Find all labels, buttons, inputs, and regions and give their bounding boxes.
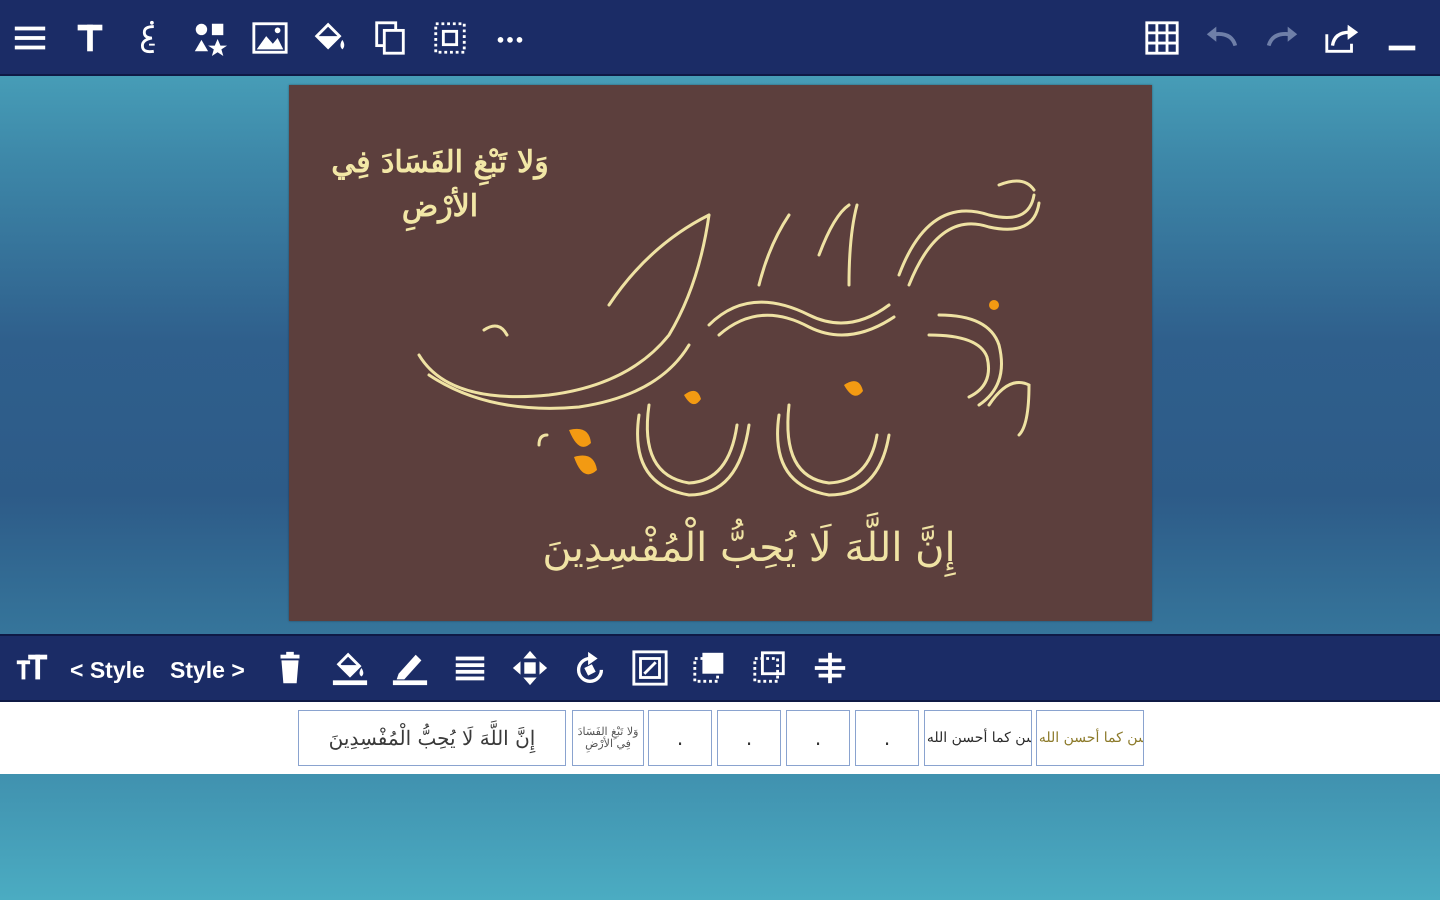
top-toolbar bbox=[0, 0, 1440, 76]
copy-icon[interactable] bbox=[366, 14, 414, 62]
send-backward-icon[interactable] bbox=[746, 644, 794, 692]
layer-thumb-label: . bbox=[883, 726, 891, 750]
edit-toolbar: < Style Style > bbox=[0, 634, 1440, 702]
layer-thumb-label: . bbox=[676, 726, 684, 750]
layer-thumb-label: . bbox=[745, 726, 753, 750]
layer-thumb-label: . bbox=[814, 726, 822, 750]
style-prev-button[interactable]: < Style bbox=[70, 654, 145, 686]
verse-top-text[interactable]: وَلا تَبْغِ الفَسَادَ فِي الأرْضِ bbox=[325, 141, 555, 229]
layer-thumb-empty[interactable]: . bbox=[648, 710, 712, 766]
layer-thumb-empty[interactable]: . bbox=[717, 710, 781, 766]
shapes-icon[interactable] bbox=[186, 14, 234, 62]
layer-thumb-main-calligraphy-gold[interactable]: وأحسن كما أحسن الله إليك bbox=[1036, 710, 1144, 766]
layer-strip: إِنَّ اللَّهَ لَا يُحِبُّ الْمُفْسِدِينَ… bbox=[0, 702, 1440, 774]
image-icon[interactable] bbox=[246, 14, 294, 62]
font-size-icon[interactable] bbox=[8, 644, 56, 692]
stroke-color-icon[interactable] bbox=[386, 644, 434, 692]
text-icon[interactable] bbox=[66, 14, 114, 62]
trash-icon[interactable] bbox=[266, 644, 314, 692]
layer-thumb-label: وأحسن كما أحسن الله إليك bbox=[925, 730, 1031, 746]
share-icon[interactable] bbox=[1318, 14, 1366, 62]
grid-icon[interactable] bbox=[1138, 14, 1186, 62]
layer-thumb-empty[interactable]: . bbox=[786, 710, 850, 766]
more-icon[interactable] bbox=[486, 14, 534, 62]
fill-bucket-icon[interactable] bbox=[306, 14, 354, 62]
layer-thumb-bottom-verse[interactable]: إِنَّ اللَّهَ لَا يُحِبُّ الْمُفْسِدِينَ bbox=[298, 710, 566, 766]
style-next-button[interactable]: Style > bbox=[170, 654, 245, 686]
undo-icon[interactable] bbox=[1198, 14, 1246, 62]
layer-thumb-label: وَلا تَبْغِ الفَسَادَ فِي الأرْضِ bbox=[577, 725, 639, 750]
layer-thumb-empty[interactable]: . bbox=[855, 710, 919, 766]
resize-icon[interactable] bbox=[626, 644, 674, 692]
layer-thumb-label: إِنَّ اللَّهَ لَا يُحِبُّ الْمُفْسِدِينَ bbox=[328, 726, 536, 750]
layer-thumb-top-verse[interactable]: وَلا تَبْغِ الفَسَادَ فِي الأرْضِ bbox=[572, 710, 644, 766]
layer-thumb-main-calligraphy[interactable]: وأحسن كما أحسن الله إليك bbox=[924, 710, 1032, 766]
menu-icon[interactable] bbox=[6, 14, 54, 62]
minimize-icon[interactable] bbox=[1378, 14, 1426, 62]
arabic-letter-icon[interactable] bbox=[126, 14, 174, 62]
layer-thumb-label: وأحسن كما أحسن الله إليك bbox=[1037, 730, 1143, 746]
rotate-icon[interactable] bbox=[566, 644, 614, 692]
bring-forward-icon[interactable] bbox=[686, 644, 734, 692]
move-icon[interactable] bbox=[506, 644, 554, 692]
verse-bottom-text[interactable]: إِنَّ اللَّهَ لَا يُحِبُّ الْمُفْسِدِينَ bbox=[489, 525, 1009, 571]
design-canvas[interactable]: وَلا تَبْغِ الفَسَادَ فِي الأرْضِ إِنَّ … bbox=[289, 85, 1152, 621]
fill-color-icon[interactable] bbox=[326, 644, 374, 692]
select-frame-icon[interactable] bbox=[426, 14, 474, 62]
align-icon[interactable] bbox=[446, 644, 494, 692]
redo-icon[interactable] bbox=[1258, 14, 1306, 62]
align-center-icon[interactable] bbox=[806, 644, 854, 692]
